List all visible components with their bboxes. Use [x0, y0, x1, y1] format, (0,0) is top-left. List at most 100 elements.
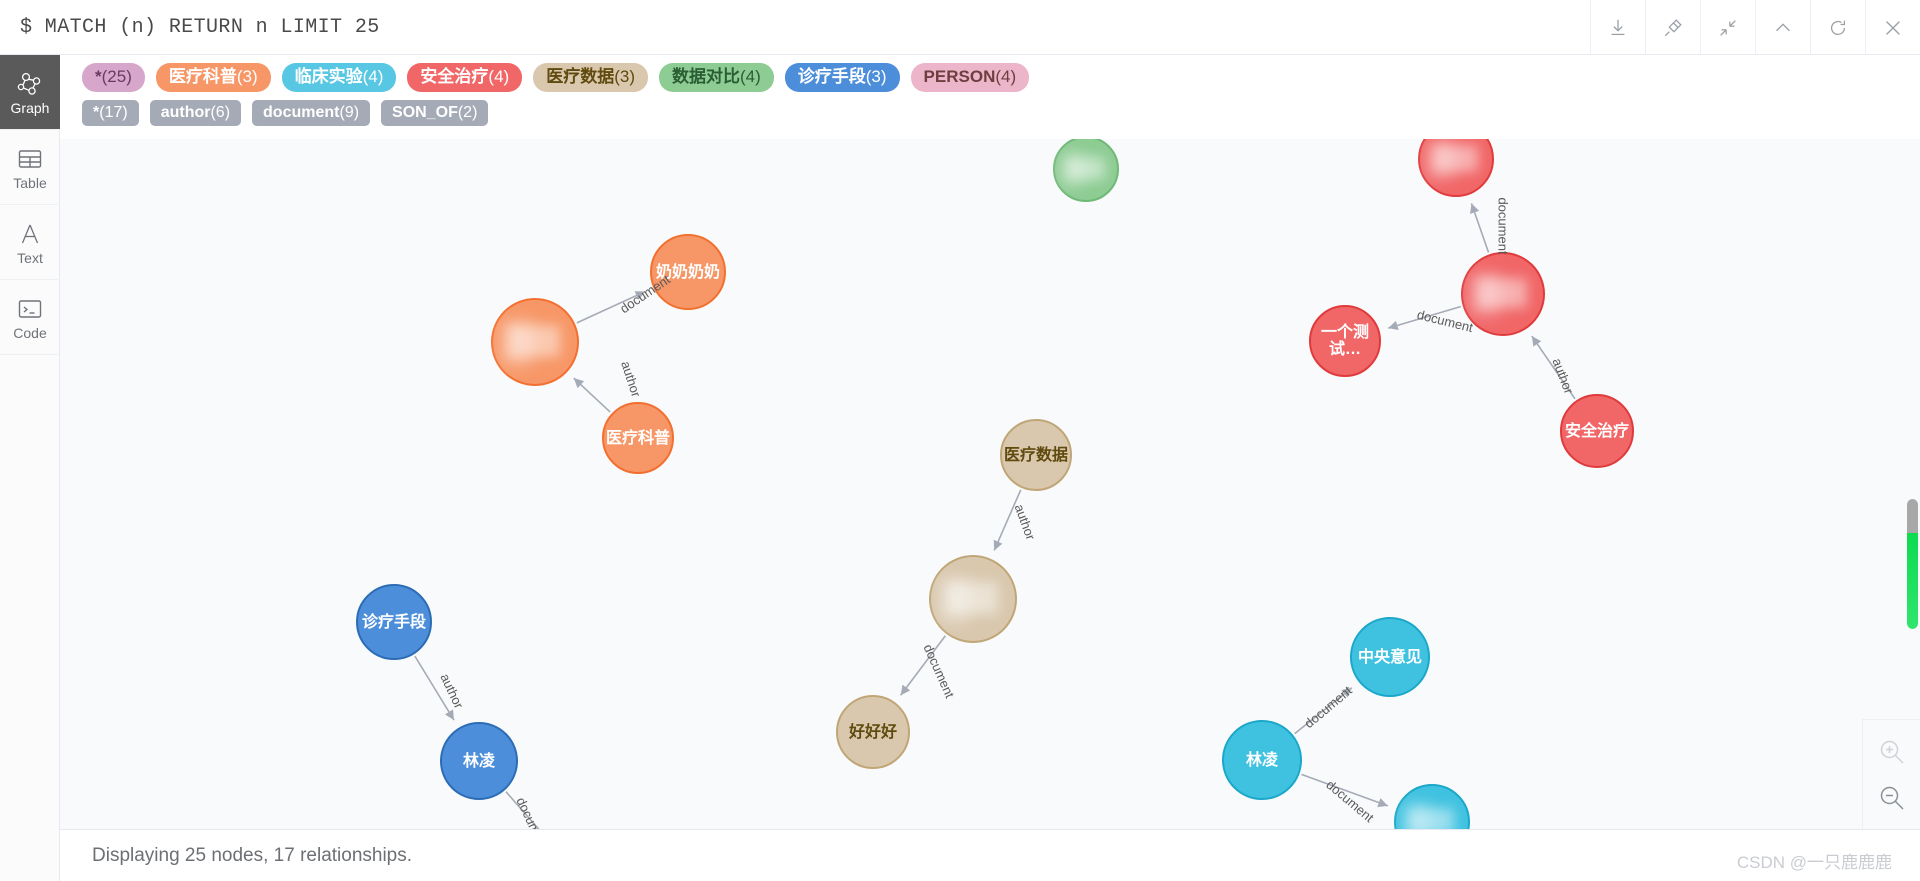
graph-canvas[interactable]: 奶奶奶奶医疗科普 一个测试… 安全治疗 医疗数据好好好 诊疗手段林凌 中央意见林凌 doc…	[60, 139, 1920, 829]
graph-node-caption: 奶奶奶奶	[655, 263, 720, 281]
graph-edge[interactable]	[1301, 773, 1389, 808]
blurred-caption-overlay	[1469, 273, 1502, 317]
legend-label-chip[interactable]: PERSON(4)	[910, 63, 1030, 92]
code-icon	[17, 295, 43, 323]
graph-node[interactable]: 好好好	[836, 695, 910, 769]
download-icon[interactable]	[1590, 0, 1645, 55]
zoom-out-icon[interactable]	[1872, 778, 1912, 818]
graph-node-caption: 中央意见	[1357, 648, 1422, 666]
legend-label-name: PERSON	[923, 67, 996, 86]
legend-label-chip[interactable]: 诊疗手段(3)	[784, 63, 900, 92]
graph-edge[interactable]	[1387, 305, 1462, 331]
legend-label-count: (4)	[739, 67, 761, 86]
graph-edge[interactable]	[414, 655, 455, 721]
legend-label-name: 医疗科普	[168, 67, 237, 86]
collapse-icon[interactable]	[1700, 0, 1755, 55]
blurred-caption-overlay	[1425, 140, 1455, 180]
blurred-caption-overlay	[1066, 156, 1105, 181]
graph-edge-label: docume	[513, 794, 547, 829]
legend-relationship-chip[interactable]: author(6)	[149, 100, 242, 126]
refresh-icon[interactable]	[1810, 0, 1865, 55]
legend-label-chip[interactable]: 安全治疗(4)	[407, 63, 523, 92]
graph-edge[interactable]	[573, 377, 611, 413]
graph-node[interactable]: 林凌	[440, 722, 518, 800]
legend-relationship-chip[interactable]: *(17)	[82, 100, 139, 126]
sidebar-item-graph[interactable]: Graph	[0, 55, 60, 130]
graph-icon	[17, 70, 43, 98]
graph-node[interactable]	[1053, 139, 1119, 202]
legend-label-name: 数据对比	[671, 67, 740, 86]
graph-node[interactable]: 中央意见	[1350, 617, 1430, 697]
graph-node[interactable]: 奶奶奶奶	[650, 234, 726, 310]
graph-edge-label: document	[1301, 682, 1355, 732]
legend-label-name: *	[95, 67, 102, 86]
legend-label-count: (3)	[614, 67, 635, 86]
sidebar-item-table[interactable]: Table	[0, 130, 60, 205]
legend-relationship-name: SON_OF	[392, 104, 458, 121]
graph-node[interactable]: 林凌	[1222, 720, 1302, 800]
graph-node[interactable]	[1418, 139, 1494, 197]
scrollbar-thumb-lower[interactable]	[1907, 533, 1918, 629]
legend-relationship-chip[interactable]: SON_OF(2)	[381, 100, 489, 126]
sidebar-item-label: Text	[17, 249, 43, 266]
graph-edge[interactable]	[1294, 687, 1353, 735]
graph-node[interactable]	[491, 298, 579, 386]
graph-edge-label: author	[437, 671, 467, 711]
graph-node[interactable]: 医疗数据	[1000, 419, 1072, 491]
vertical-scrollbar[interactable]	[1907, 499, 1918, 629]
legend-label-count: (3)	[236, 67, 258, 86]
zoom-in-icon[interactable]	[1872, 732, 1912, 772]
legend-label-chip[interactable]: 医疗数据(3)	[533, 63, 648, 92]
blurred-caption-overlay	[508, 325, 561, 358]
graph-edge[interactable]	[900, 635, 946, 696]
blurred-caption-overlay	[946, 582, 999, 615]
graph-node-caption: 安全治疗	[1564, 422, 1629, 440]
status-text: Displaying 25 nodes, 17 relationships.	[92, 844, 413, 866]
graph-node-caption: 林凌	[462, 752, 495, 770]
graph-node[interactable]	[1394, 784, 1470, 829]
graph-edge[interactable]	[1531, 335, 1576, 400]
graph-edge[interactable]	[1470, 203, 1490, 253]
graph-edge-label: document	[1495, 197, 1511, 255]
legend-label-chip[interactable]: 医疗科普(3)	[155, 63, 271, 92]
legend-relationship-chip[interactable]: document(9)	[252, 100, 371, 126]
query-text[interactable]: $ MATCH (n) RETURN n LIMIT 25	[20, 16, 380, 39]
legend-label-chip[interactable]: 数据对比(4)	[658, 63, 774, 92]
graph-edge[interactable]	[993, 489, 1022, 551]
blurred-caption-overlay	[1432, 144, 1478, 172]
graph-node-caption: 好好好	[848, 723, 897, 741]
legend-label-count: (3)	[865, 67, 887, 86]
legend-label-count: (4)	[995, 67, 1017, 86]
legend-label-chip[interactable]: 临床实验(4)	[281, 63, 397, 92]
query-bar: $ MATCH (n) RETURN n LIMIT 25	[0, 0, 1920, 55]
legend-relationship-name: document	[263, 104, 340, 121]
graph-node-caption: 一个测试…	[1320, 324, 1369, 358]
graph-node[interactable]: 诊疗手段	[356, 584, 432, 660]
graph-node[interactable]	[1461, 252, 1545, 336]
graph-node[interactable]: 一个测试…	[1309, 305, 1381, 377]
close-icon[interactable]	[1865, 0, 1920, 55]
graph-edge[interactable]	[505, 791, 569, 829]
sidebar-item-code[interactable]: Code	[0, 280, 60, 355]
scrollbar-thumb-upper[interactable]	[1907, 499, 1918, 535]
graph-node[interactable]: 医疗科普	[602, 402, 674, 474]
neo4j-browser-result-frame: $ MATCH (n) RETURN n LIMIT 25 Graph Tabl…	[0, 0, 1920, 881]
chevron-up-icon[interactable]	[1755, 0, 1810, 55]
status-bar: Displaying 25 nodes, 17 relationships.	[60, 829, 1920, 881]
legend-labels-row: *(25) 医疗科普(3) 临床实验(4) 安全治疗(4) 医疗数据(3) 数据对比(4)…	[82, 63, 1910, 92]
sidebar-item-label: Graph	[10, 99, 50, 116]
graph-edge[interactable]	[576, 290, 646, 324]
blurred-caption-overlay	[1408, 807, 1454, 829]
legend-label-chip[interactable]: *(25)	[82, 63, 145, 92]
graph-edge-label: document	[920, 641, 958, 701]
legend-relationship-name: author	[160, 104, 211, 121]
view-switcher-sidebar: Graph Table Text Code	[0, 55, 60, 881]
legend-relationships-row: *(17) author(6) document(9) SON_OF(2)	[82, 100, 1910, 126]
legend-label-name: 安全治疗	[420, 67, 489, 86]
graph-node[interactable]	[929, 555, 1017, 643]
text-icon	[18, 220, 42, 248]
pin-icon[interactable]	[1645, 0, 1700, 55]
sidebar-item-text[interactable]: Text	[0, 205, 60, 280]
zoom-controls	[1862, 719, 1920, 829]
graph-node[interactable]: 安全治疗	[1560, 394, 1634, 468]
